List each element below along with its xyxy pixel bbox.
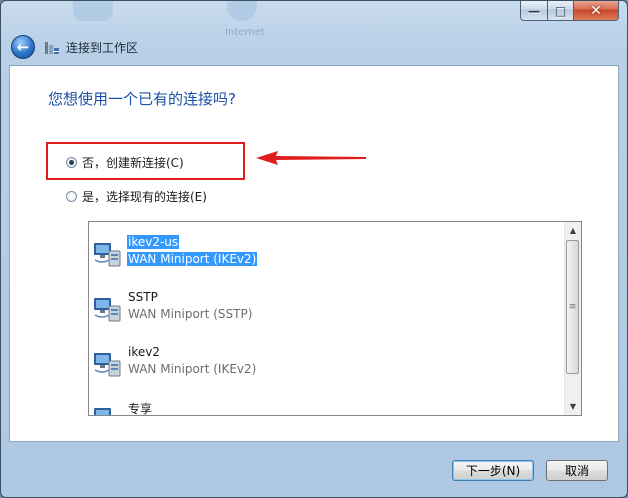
minimize-icon: — — [528, 3, 540, 18]
wizard-content: 您想使用一个已有的连接吗? 否，创建新连接(C) 是，选择现有的连接(E) ik… — [9, 65, 619, 442]
minimize-button[interactable]: — — [520, 1, 548, 21]
scroll-thumb[interactable]: ≡ — [566, 240, 579, 374]
grip-icon: ≡ — [568, 301, 577, 312]
close-icon: ✕ — [590, 2, 602, 19]
list-item[interactable]: SSTP WAN Miniport (SSTP) — [92, 285, 562, 333]
connection-type: WAN Miniport (SSTP) — [128, 307, 253, 321]
scroll-down-button[interactable]: ▼ — [565, 398, 581, 414]
window-title: 连接到工作区 — [66, 41, 139, 55]
globe-icon — [227, 1, 257, 21]
list-scrollbar[interactable]: ▲ ≡ ▼ — [564, 222, 581, 415]
network-connection-icon — [94, 298, 121, 322]
cancel-button[interactable]: 取消 — [546, 460, 608, 481]
connection-name: SSTP — [128, 290, 158, 304]
scroll-up-icon: ▲ — [569, 225, 577, 235]
connection-type: WAN Miniport (IKEv2) — [128, 362, 257, 376]
annotation-arrow-icon — [256, 151, 366, 165]
maximize-button[interactable]: □ — [548, 1, 574, 21]
background-icon-label: Internet — [225, 27, 265, 38]
network-connection-icon — [94, 408, 111, 415]
annotation-highlight-box — [46, 142, 245, 180]
back-button[interactable]: ← — [11, 35, 35, 59]
list-item[interactable]: 专享 — [92, 395, 562, 416]
title-bar: Internet — □ ✕ ← 连接到工作区 — [1, 1, 627, 65]
connection-name: 专享 — [128, 402, 153, 416]
option-use-existing[interactable]: 是，选择现有的连接(E) — [66, 188, 207, 205]
connection-list[interactable]: ikev2-us WAN Miniport (IKEv2) SSTP WAN M… — [88, 221, 582, 416]
background-icon — [73, 1, 113, 21]
radio-use-existing[interactable] — [66, 191, 77, 202]
connection-type: WAN Miniport (IKEv2) — [127, 252, 258, 266]
close-button[interactable]: ✕ — [574, 1, 619, 21]
list-item[interactable]: ikev2 WAN Miniport (IKEv2) — [92, 340, 562, 388]
wizard-window: Internet — □ ✕ ← 连接到工作区 您想使用一个已有的连接吗? 否，… — [0, 0, 628, 498]
back-arrow-icon: ← — [16, 38, 30, 56]
network-connection-icon — [94, 353, 121, 377]
page-heading: 您想使用一个已有的连接吗? — [48, 90, 236, 108]
network-connection-icon — [94, 243, 121, 267]
connection-name: ikev2-us — [127, 235, 180, 249]
scroll-down-icon: ▼ — [569, 401, 577, 411]
workplace-connection-icon — [45, 42, 59, 54]
scroll-up-button[interactable]: ▲ — [565, 222, 581, 238]
maximize-icon: □ — [554, 3, 567, 18]
next-button[interactable]: 下一步(N) — [452, 460, 534, 481]
caption-buttons: — □ ✕ — [520, 1, 619, 21]
connection-name: ikev2 — [128, 345, 160, 359]
list-item[interactable]: ikev2-us WAN Miniport (IKEv2) — [92, 230, 562, 278]
option-use-existing-label: 是，选择现有的连接(E) — [82, 190, 207, 204]
